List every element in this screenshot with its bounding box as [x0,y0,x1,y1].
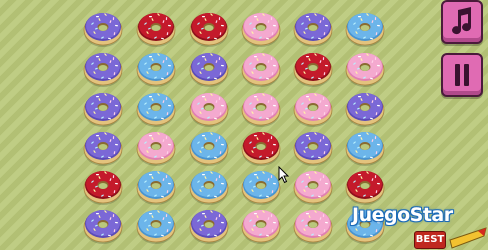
donut-red[interactable] [82,165,124,207]
music-note-icon [452,7,472,35]
donut-red[interactable] [292,47,334,89]
music-button[interactable] [441,0,483,44]
donut-blue[interactable] [135,165,177,207]
donut-pink[interactable] [240,87,282,129]
donut-blue[interactable] [135,87,177,129]
donut-pink[interactable] [240,47,282,89]
donut-blue[interactable] [135,47,177,89]
donut-purple[interactable] [82,7,124,49]
donut-blue[interactable] [188,126,230,168]
donut-purple[interactable] [292,7,334,49]
donut-blue[interactable] [188,165,230,207]
donut-purple[interactable] [292,126,334,168]
donut-purple[interactable] [82,126,124,168]
best-badge: BEST [414,231,446,249]
donut-purple[interactable] [82,87,124,129]
donut-purple[interactable] [188,47,230,89]
donut-red[interactable] [135,7,177,49]
donut-blue[interactable] [344,126,386,168]
donut-purple[interactable] [82,47,124,89]
donut-pink[interactable] [188,87,230,129]
donut-red[interactable] [344,165,386,207]
donut-pink[interactable] [240,204,282,246]
game-area: JuegoStar BEST [0,0,488,250]
donut-pink[interactable] [292,204,334,246]
donut-purple[interactable] [344,87,386,129]
pause-button[interactable] [441,53,483,97]
donut-pink[interactable] [344,47,386,89]
donut-red[interactable] [240,126,282,168]
donut-red[interactable] [188,7,230,49]
juegostar-logo[interactable]: JuegoStar BEST [352,204,488,250]
mouse-cursor-icon [278,166,290,184]
donut-pink[interactable] [135,126,177,168]
logo-text: JuegoStar [352,204,453,226]
donut-blue[interactable] [240,165,282,207]
donut-blue[interactable] [344,7,386,49]
donut-pink[interactable] [240,7,282,49]
donut-pink[interactable] [292,165,334,207]
donut-purple[interactable] [188,204,230,246]
donut-pink[interactable] [292,87,334,129]
donut-purple[interactable] [82,204,124,246]
donut-blue[interactable] [135,204,177,246]
pause-icon [455,64,469,86]
ribbon-icon [449,227,487,249]
